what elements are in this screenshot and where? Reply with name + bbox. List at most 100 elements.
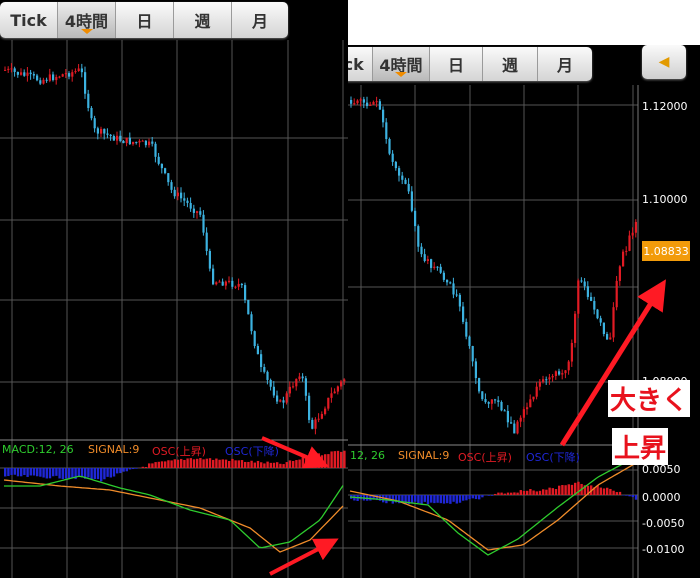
osc-bar: [42, 468, 45, 478]
osc-bar: [39, 468, 42, 477]
candle: [96, 128, 99, 134]
candle: [26, 72, 29, 76]
candle: [529, 399, 532, 408]
candle: [484, 399, 487, 403]
tab-tick[interactable]: ick: [348, 47, 373, 81]
candle: [468, 336, 471, 347]
tab-4h[interactable]: 4時間: [373, 47, 430, 81]
candle: [160, 163, 163, 169]
candle: [324, 408, 327, 415]
collapse-button[interactable]: ◀: [642, 45, 686, 79]
osc-bar: [481, 495, 484, 498]
tab-4h[interactable]: 4時間: [58, 2, 116, 38]
candle: [52, 74, 55, 81]
osc-bar: [176, 459, 180, 468]
osc-bar: [410, 495, 414, 504]
osc-bar: [564, 485, 567, 495]
candle: [183, 198, 186, 201]
osc-bar: [532, 490, 535, 495]
osc-bar: [487, 495, 490, 496]
candle: [359, 99, 362, 101]
legend-signal: SIGNAL:9: [398, 449, 450, 462]
candle: [336, 386, 339, 392]
tab-month[interactable]: 月: [538, 47, 592, 81]
tab-week[interactable]: 週: [483, 47, 538, 81]
candle: [186, 200, 189, 203]
osc-bar: [64, 468, 68, 479]
candle: [446, 279, 449, 283]
candle: [452, 283, 455, 295]
osc-bar: [13, 468, 16, 475]
tab-month[interactable]: 月: [232, 2, 288, 38]
osc-bar: [196, 458, 199, 468]
osc-bar: [128, 468, 132, 470]
osc-bar: [100, 468, 103, 482]
osc-bar: [612, 490, 615, 495]
osc-bar: [244, 461, 247, 468]
osc-bar: [462, 495, 465, 501]
tab-day[interactable]: 日: [430, 47, 483, 81]
osc-bar: [10, 468, 13, 475]
osc-bar: [458, 495, 462, 503]
candle: [128, 137, 131, 145]
candle: [244, 285, 247, 301]
candle: [622, 251, 625, 267]
candle: [68, 73, 71, 77]
candle: [263, 367, 266, 372]
candle: [494, 399, 497, 401]
candle: [462, 306, 465, 322]
candle: [7, 68, 10, 70]
osc-bar: [426, 495, 430, 505]
osc-bar: [529, 489, 532, 495]
osc-bar: [490, 495, 494, 496]
osc-bar: [109, 468, 112, 478]
osc-bar: [77, 468, 80, 477]
candle: [208, 250, 211, 269]
osc-bar: [45, 468, 48, 479]
osc-bar: [545, 489, 548, 495]
candle: [580, 280, 583, 282]
candle: [577, 280, 580, 314]
osc-bar: [276, 462, 279, 468]
osc-bar: [125, 468, 128, 472]
osc-bar: [173, 459, 176, 468]
tab-week[interactable]: 週: [174, 2, 232, 38]
osc-bar: [340, 451, 343, 468]
right-chart-panel: ick 4時間 日 週 月 ◀ 1.12000 1.10000 1.08000 …: [348, 45, 700, 578]
candle: [196, 211, 199, 213]
candle: [125, 137, 128, 144]
candle: [510, 422, 513, 424]
candle: [314, 419, 317, 429]
osc-bar: [567, 484, 570, 495]
osc-bar: [279, 463, 282, 468]
candle: [599, 318, 602, 323]
osc-tick: -0.0100: [642, 543, 685, 556]
tab-day[interactable]: 日: [116, 2, 174, 38]
osc-bar: [157, 461, 160, 468]
osc-bar: [253, 462, 256, 468]
candle: [519, 417, 522, 422]
osc-bar: [314, 456, 317, 468]
candle: [574, 313, 577, 343]
left-triangle-icon: ◀: [658, 54, 670, 70]
candle: [333, 391, 336, 394]
candle: [221, 281, 224, 286]
candle: [192, 208, 195, 213]
osc-tick: 0.0000: [642, 491, 681, 504]
osc-bar: [71, 468, 74, 478]
osc-bar: [292, 460, 295, 468]
osc-bar: [7, 468, 10, 477]
osc-bar: [311, 456, 314, 468]
osc-bar: [167, 460, 170, 468]
tab-tick[interactable]: Tick: [0, 2, 58, 38]
candle: [218, 281, 221, 283]
candle: [231, 280, 234, 287]
candle: [288, 386, 291, 394]
macd-line: [349, 456, 636, 556]
osc-bar: [500, 492, 503, 495]
candle: [311, 419, 314, 429]
macd-line: [4, 475, 344, 549]
osc-bar: [218, 459, 221, 468]
candle: [478, 378, 481, 392]
candle: [398, 168, 401, 176]
